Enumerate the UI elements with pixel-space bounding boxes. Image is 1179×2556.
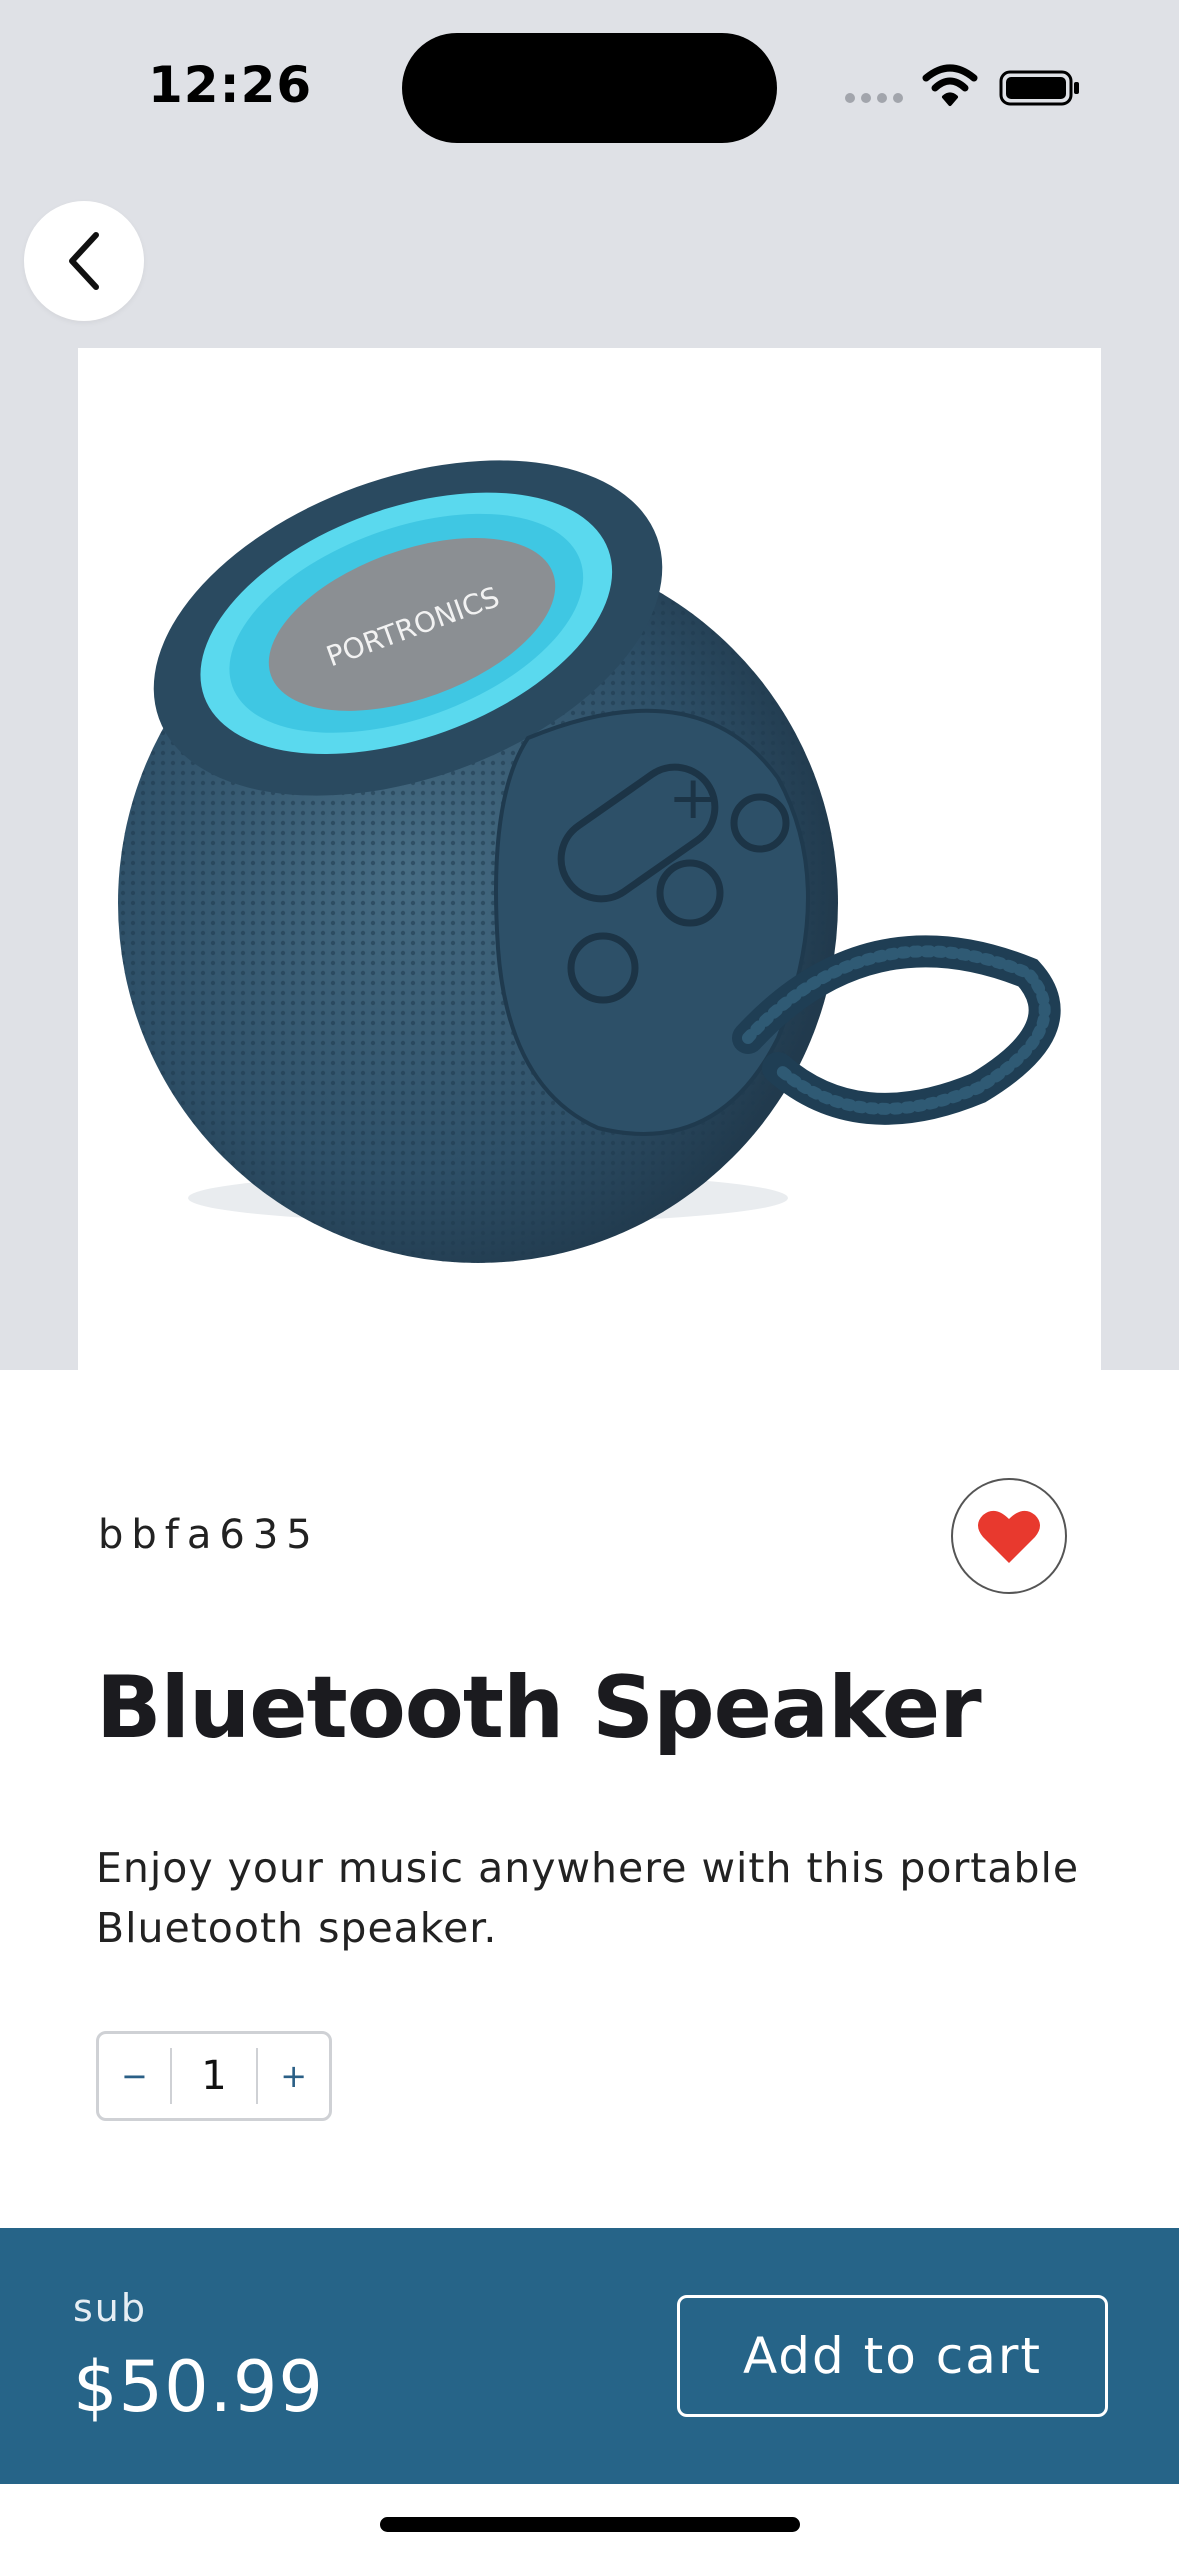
status-time: 12:26 [148, 56, 313, 114]
signal-icon [845, 93, 903, 103]
status-bar: 12:26 [0, 0, 1179, 150]
dynamic-island [402, 33, 777, 143]
quantity-stepper[interactable]: − 1 + [96, 2031, 332, 2121]
heart-icon [978, 1510, 1040, 1563]
product-image: PORTRONICS + [78, 348, 1101, 1370]
quantity-decrement-button[interactable]: − [99, 2057, 170, 2095]
product-sku: bbfa635 [98, 1512, 320, 1558]
subtotal-price: $50.99 [73, 2346, 324, 2428]
quantity-value: 1 [169, 2048, 259, 2104]
product-title: Bluetooth Speaker [96, 1658, 982, 1758]
product-description: Enjoy your music anywhere with this port… [96, 1844, 1080, 1952]
wifi-icon [922, 64, 978, 106]
speaker-illustration: PORTRONICS + [118, 460, 1061, 1263]
favorite-button[interactable] [951, 1478, 1067, 1594]
add-to-cart-button[interactable]: Add to cart [677, 2295, 1108, 2417]
back-chevron-icon [69, 232, 99, 290]
svg-text:+: + [668, 763, 718, 833]
back-button[interactable] [24, 201, 144, 321]
home-indicator [380, 2517, 800, 2532]
subtotal-label: sub [73, 2286, 148, 2330]
battery-icon [999, 70, 1079, 106]
quantity-increment-button[interactable]: + [258, 2057, 329, 2095]
